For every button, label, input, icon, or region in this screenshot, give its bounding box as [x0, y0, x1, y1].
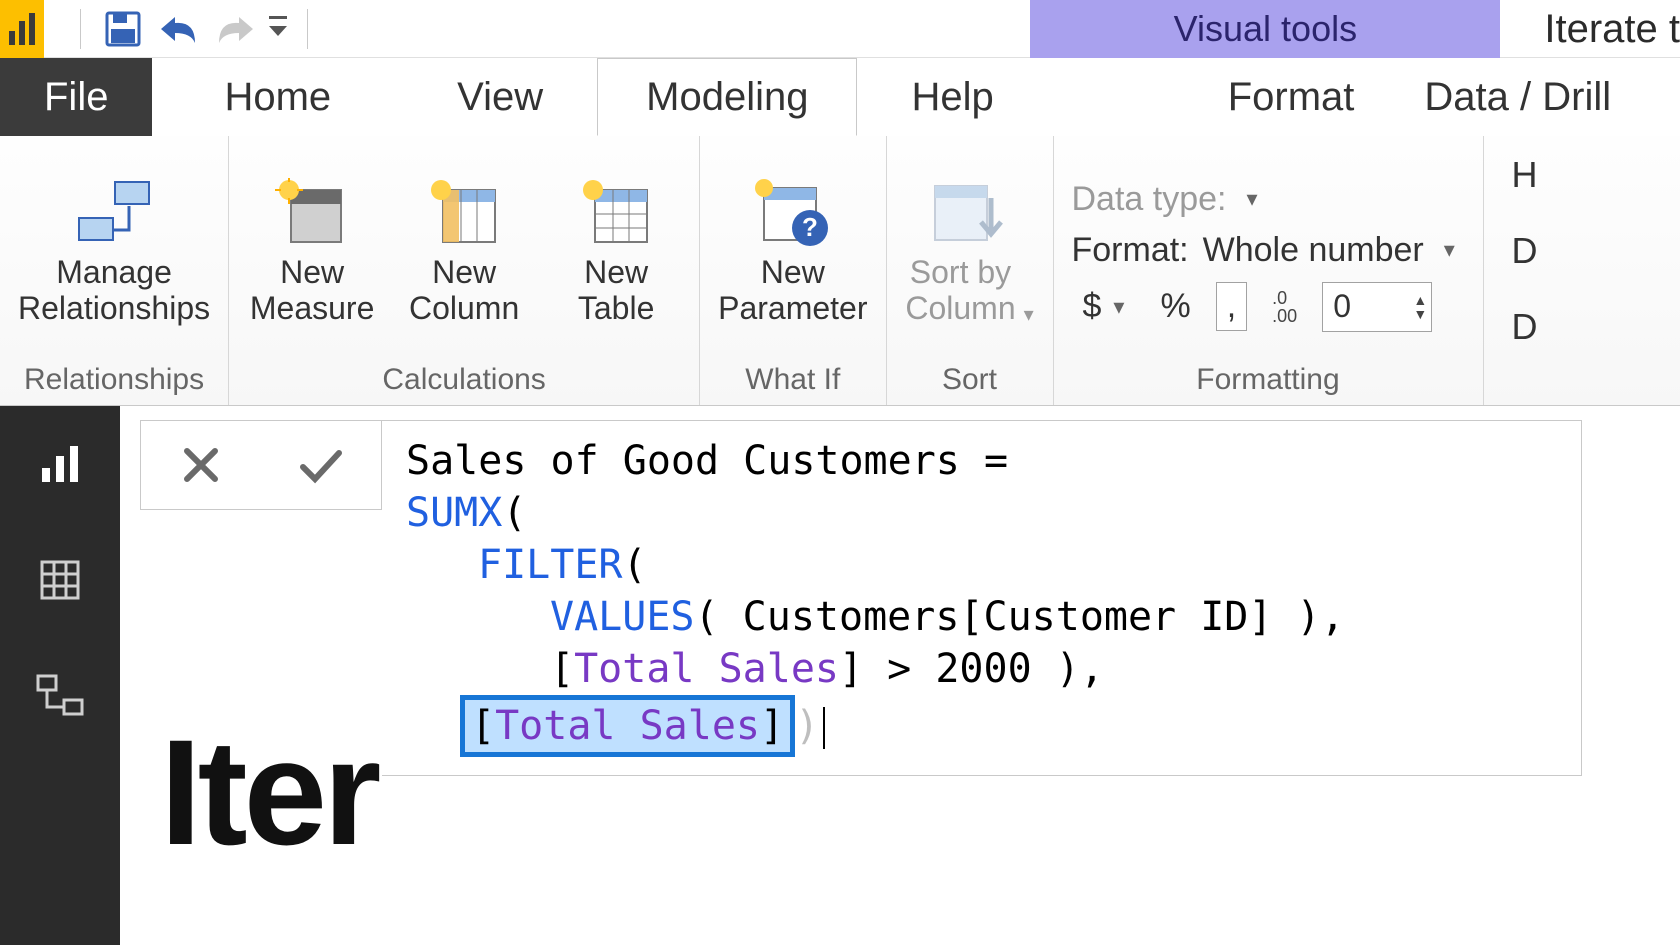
new-parameter-icon: ?	[750, 177, 836, 249]
qat-separator	[307, 9, 308, 49]
contextual-tab-visual-tools: Visual tools	[1030, 0, 1500, 58]
formula-bar-host: Sales of Good Customers = SUMX( FILTER( …	[140, 420, 1582, 776]
formula-measure-ref: Total Sales	[495, 703, 760, 749]
percent-format-button[interactable]: %	[1149, 282, 1201, 331]
nav-rail	[0, 406, 120, 945]
group-formatting-label: Formatting	[1072, 359, 1465, 403]
ribbon-overflow-3: D	[1512, 306, 1538, 348]
new-table-button[interactable]: New Table	[551, 177, 681, 325]
formula-fn-sumx: SUMX	[406, 490, 502, 536]
formula-text: [	[471, 703, 495, 749]
svg-text:?: ?	[802, 212, 818, 242]
chevron-down-icon: ▾	[1024, 304, 1034, 326]
nav-data-view[interactable]	[32, 552, 88, 608]
formula-fn-filter: FILTER	[478, 542, 623, 588]
tab-format[interactable]: Format	[1188, 58, 1395, 136]
manage-relationships-label: Manage Relationships	[18, 255, 210, 325]
nav-model-view[interactable]	[32, 668, 88, 724]
format-value: Whole number	[1203, 231, 1424, 270]
decimal-places-value: 0	[1333, 288, 1351, 325]
formula-selected-token[interactable]: [Total Sales]	[460, 695, 795, 757]
tab-data-drill[interactable]: Data / Drill	[1394, 58, 1641, 136]
formula-text: (	[502, 490, 526, 536]
new-parameter-button[interactable]: ? New Parameter	[718, 177, 867, 325]
undo-button[interactable]	[151, 6, 207, 52]
ribbon-overflow-2: D	[1512, 230, 1538, 272]
new-measure-label: New Measure	[250, 255, 375, 325]
formula-commit-button[interactable]	[261, 421, 381, 509]
text-cursor	[823, 707, 825, 749]
chevron-down-icon: ▾	[1444, 237, 1455, 263]
formula-text: [	[550, 646, 574, 692]
new-parameter-label: New Parameter	[718, 255, 867, 325]
formula-line-1: Sales of Good Customers =	[406, 438, 1008, 484]
contextual-tab-area: Visual tools Iterate t	[1030, 0, 1680, 58]
chevron-down-icon: ▾	[1113, 294, 1124, 320]
ribbon-overflow: H D D	[1484, 136, 1538, 405]
group-sort-label: Sort	[905, 359, 1035, 403]
thousands-separator-button[interactable]: ,	[1216, 282, 1247, 331]
group-whatif-label: What If	[718, 359, 867, 403]
tab-view[interactable]: View	[403, 58, 597, 136]
formula-text: ]	[760, 703, 784, 749]
currency-format-button[interactable]: $ ▾	[1072, 282, 1136, 331]
formula-measure-ref: Total Sales	[574, 646, 839, 692]
tab-home[interactable]: Home	[152, 58, 403, 136]
report-canvas[interactable]: Iter Sales of Good Customers = SUMX( FIL…	[120, 406, 1680, 945]
format-label: Format:	[1072, 231, 1189, 270]
formula-bar[interactable]: Sales of Good Customers = SUMX( FILTER( …	[382, 420, 1582, 776]
currency-label: $	[1083, 287, 1102, 326]
new-column-label: New Column	[409, 255, 519, 325]
new-column-icon	[421, 177, 507, 249]
manage-relationships-button[interactable]: Manage Relationships	[18, 177, 210, 325]
powerbi-logo-icon[interactable]	[0, 0, 44, 58]
decimal-places-icon: .0 .00	[1261, 284, 1308, 330]
group-relationships-label: Relationships	[18, 359, 210, 403]
spinner-icon[interactable]: ▲▼	[1413, 293, 1427, 321]
quick-access-toolbar: Visual tools Iterate t	[0, 0, 1680, 58]
nav-report-view[interactable]	[32, 436, 88, 492]
formula-cancel-button[interactable]	[141, 421, 261, 509]
tab-file[interactable]: File	[0, 58, 152, 136]
group-whatif: ? New Parameter What If	[700, 136, 886, 405]
chevron-down-icon: ▾	[1246, 186, 1257, 212]
group-formatting: Data type: ▾ Format: Whole number ▾ $ ▾ …	[1054, 136, 1484, 405]
percent-label: %	[1160, 287, 1190, 326]
decimal-places-input[interactable]: 0 ▲▼	[1322, 282, 1432, 332]
formula-text: )	[795, 703, 819, 749]
format-dropdown[interactable]: Format: Whole number ▾	[1072, 231, 1455, 270]
sort-by-column-label: Sort by Column	[905, 255, 1015, 325]
ribbon: Manage Relationships Relationships New M…	[0, 136, 1680, 406]
group-sort: Sort by Column ▾ Sort	[887, 136, 1054, 405]
ribbon-overflow-1: H	[1512, 154, 1538, 196]
workspace: Iter Sales of Good Customers = SUMX( FIL…	[0, 406, 1680, 945]
sort-icon	[927, 177, 1013, 249]
relationships-icon	[71, 177, 157, 249]
new-measure-icon	[269, 177, 355, 249]
group-calculations: New Measure New Column	[229, 136, 700, 405]
tab-modeling[interactable]: Modeling	[597, 58, 857, 136]
ribbon-tabs: File Home View Modeling Help Format Data…	[0, 58, 1680, 136]
redo-button[interactable]	[207, 6, 263, 52]
formula-fn-values: VALUES	[550, 594, 695, 640]
qat-customize-button[interactable]	[263, 6, 293, 52]
tab-help[interactable]: Help	[857, 58, 1047, 136]
formula-text: ( Customers[Customer ID] ),	[695, 594, 1345, 640]
new-column-button[interactable]: New Column	[399, 177, 529, 325]
formula-text: ] > 2000 ),	[839, 646, 1104, 692]
new-table-icon	[573, 177, 659, 249]
data-type-dropdown[interactable]: Data type: ▾	[1072, 180, 1258, 219]
data-type-label: Data type:	[1072, 180, 1227, 219]
sort-by-column-button[interactable]: Sort by Column ▾	[905, 177, 1035, 325]
qat-separator	[80, 9, 81, 49]
new-measure-button[interactable]: New Measure	[247, 177, 377, 325]
group-calculations-label: Calculations	[247, 359, 681, 403]
window-title: Iterate t	[1544, 7, 1680, 52]
thousands-label: ,	[1227, 287, 1236, 326]
save-button[interactable]	[95, 6, 151, 52]
new-table-label: New Table	[578, 255, 655, 325]
group-relationships: Manage Relationships Relationships	[0, 136, 229, 405]
formula-text: (	[623, 542, 647, 588]
